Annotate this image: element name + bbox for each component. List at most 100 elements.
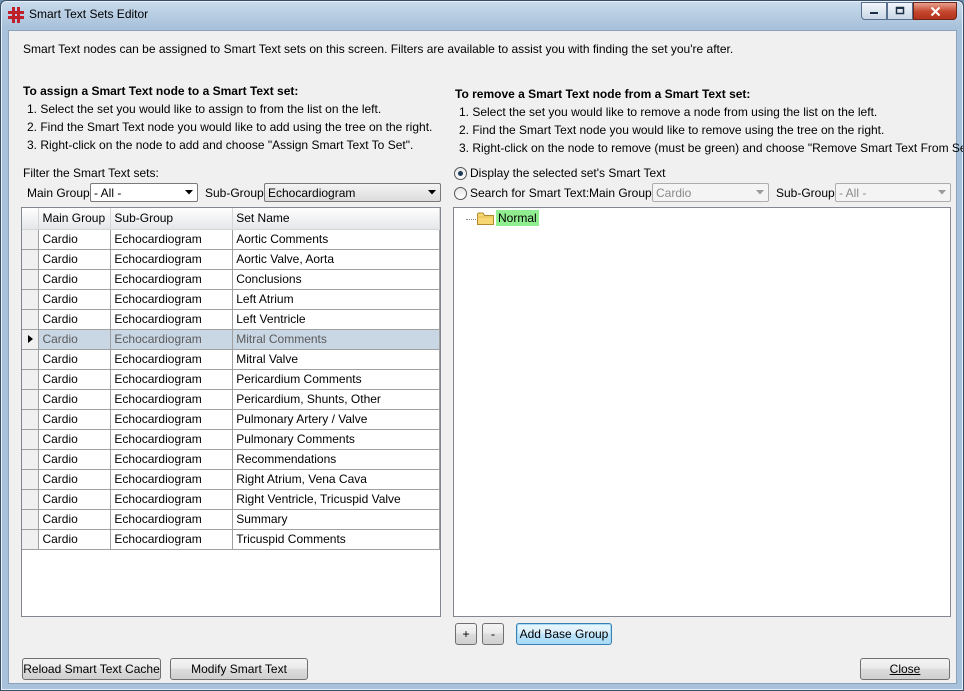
add-node-button[interactable]: + [455,623,477,645]
set-name-cell[interactable]: Conclusions [232,269,440,290]
sub-group-cell[interactable]: Echocardiogram [110,489,234,510]
sub-group-cell[interactable]: Echocardiogram [110,469,234,490]
set-name-cell[interactable]: Mitral Comments [232,329,440,350]
sub-group-cell[interactable]: Echocardiogram [110,369,234,390]
set-name-cell[interactable]: Pulmonary Artery / Valve [232,409,440,430]
table-row[interactable]: Cardio Echocardiogram Aortic Valve, Aorta [22,249,440,270]
set-name-cell[interactable]: Tricuspid Comments [232,529,440,550]
main-group-cell[interactable]: Cardio [38,409,112,430]
table-row[interactable]: Cardio Echocardiogram Tricuspid Comments [22,529,440,550]
row-header[interactable] [22,389,40,410]
sub-group-cell[interactable]: Echocardiogram [110,289,234,310]
table-row[interactable]: Cardio Echocardiogram Left Atrium [22,289,440,310]
row-header[interactable] [22,509,40,530]
sub-group-cell[interactable]: Echocardiogram [110,529,234,550]
sub-group-cell[interactable]: Echocardiogram [110,269,234,290]
filter-main-group-select[interactable]: - All - [90,183,198,202]
display-selected-set-label[interactable]: Display the selected set's Smart Text [470,166,666,180]
main-group-cell[interactable]: Cardio [38,309,112,330]
sub-group-cell[interactable]: Echocardiogram [110,229,234,250]
row-header[interactable] [22,269,40,290]
row-header[interactable] [22,469,40,490]
remove-node-button[interactable]: - [482,623,504,645]
search-smart-text-label[interactable]: Search for Smart Text: [470,186,589,200]
table-row[interactable]: Cardio Echocardiogram Pericardium Comments [22,369,440,390]
sub-group-cell[interactable]: Echocardiogram [110,329,234,350]
main-group-cell[interactable]: Cardio [38,329,112,350]
smart-text-sets-grid[interactable]: Main Group Sub-Group Set Name Cardio Echo… [21,207,441,617]
row-header[interactable] [22,289,40,310]
row-header[interactable] [22,249,40,270]
set-name-cell[interactable]: Mitral Valve [232,349,440,370]
search-sub-group-select[interactable]: - All - [835,183,951,202]
sub-group-cell[interactable]: Echocardiogram [110,409,234,430]
table-row[interactable]: Cardio Echocardiogram Right Atrium, Vena C… [22,469,440,490]
table-row[interactable]: Cardio Echocardiogram Pulmonary Artery / V… [22,409,440,430]
tree-node-normal[interactable]: Normal [477,210,539,226]
row-header[interactable] [22,329,40,350]
main-group-cell[interactable]: Cardio [38,529,112,550]
set-name-cell[interactable]: Right Atrium, Vena Cava [232,469,440,490]
set-name-cell[interactable]: Pulmonary Comments [232,429,440,450]
sub-group-cell[interactable]: Echocardiogram [110,309,234,330]
table-row[interactable]: Cardio Echocardiogram Mitral Comments [22,329,440,350]
set-name-cell[interactable]: Pericardium, Shunts, Other [232,389,440,410]
main-group-cell[interactable]: Cardio [38,489,112,510]
main-group-cell[interactable]: Cardio [38,369,112,390]
column-header-sub-group[interactable]: Sub-Group [110,208,234,230]
set-name-cell[interactable]: Aortic Comments [232,229,440,250]
main-group-cell[interactable]: Cardio [38,509,112,530]
main-group-cell[interactable]: Cardio [38,429,112,450]
row-header[interactable] [22,409,40,430]
sub-group-cell[interactable]: Echocardiogram [110,249,234,270]
main-group-cell[interactable]: Cardio [38,269,112,290]
table-row[interactable]: Cardio Echocardiogram Pericardium, Shunts,… [22,389,440,410]
table-row[interactable]: Cardio Echocardiogram Mitral Valve [22,349,440,370]
modify-smart-text-button[interactable]: Modify Smart Text [170,658,308,680]
sub-group-cell[interactable]: Echocardiogram [110,349,234,370]
set-name-cell[interactable]: Left Ventricle [232,309,440,330]
close-window-button[interactable] [913,2,957,20]
main-group-cell[interactable]: Cardio [38,449,112,470]
set-name-cell[interactable]: Pericardium Comments [232,369,440,390]
add-base-group-button[interactable]: Add Base Group [516,623,612,645]
set-name-cell[interactable]: Summary [232,509,440,530]
row-header[interactable] [22,529,40,550]
table-row[interactable]: Cardio Echocardiogram Aortic Comments [22,229,440,250]
row-header[interactable] [22,369,40,390]
set-name-cell[interactable]: Left Atrium [232,289,440,310]
column-header-main-group[interactable]: Main Group [38,208,112,230]
close-button[interactable]: Close [860,658,950,680]
table-row[interactable]: Cardio Echocardiogram Left Ventricle [22,309,440,330]
row-header[interactable] [22,349,40,370]
filter-sub-group-select[interactable]: Echocardiogram [264,183,441,202]
row-header[interactable] [22,229,40,250]
display-selected-set-radio[interactable] [454,167,467,180]
main-group-cell[interactable]: Cardio [38,229,112,250]
column-header-set-name[interactable]: Set Name [232,208,440,230]
search-smart-text-radio[interactable] [454,187,467,200]
main-group-cell[interactable]: Cardio [38,469,112,490]
table-row[interactable]: Cardio Echocardiogram Summary [22,509,440,530]
row-header[interactable] [22,489,40,510]
minimize-button[interactable] [861,2,887,20]
table-row[interactable]: Cardio Echocardiogram Recommendations [22,449,440,470]
set-name-cell[interactable]: Right Ventricle, Tricuspid Valve [232,489,440,510]
table-row[interactable]: Cardio Echocardiogram Pulmonary Comments [22,429,440,450]
table-row[interactable]: Cardio Echocardiogram Conclusions [22,269,440,290]
row-header[interactable] [22,449,40,470]
table-row[interactable]: Cardio Echocardiogram Right Ventricle, Tri… [22,489,440,510]
row-header[interactable] [22,429,40,450]
main-group-cell[interactable]: Cardio [38,349,112,370]
main-group-cell[interactable]: Cardio [38,289,112,310]
sub-group-cell[interactable]: Echocardiogram [110,449,234,470]
smart-text-tree[interactable]: Normal [453,207,951,617]
sub-group-cell[interactable]: Echocardiogram [110,389,234,410]
search-main-group-select[interactable]: Cardio [652,183,769,202]
set-name-cell[interactable]: Recommendations [232,449,440,470]
main-group-cell[interactable]: Cardio [38,389,112,410]
main-group-cell[interactable]: Cardio [38,249,112,270]
reload-smart-text-cache-button[interactable]: Reload Smart Text Cache [22,658,161,680]
row-header[interactable] [22,309,40,330]
maximize-button[interactable] [887,2,913,20]
